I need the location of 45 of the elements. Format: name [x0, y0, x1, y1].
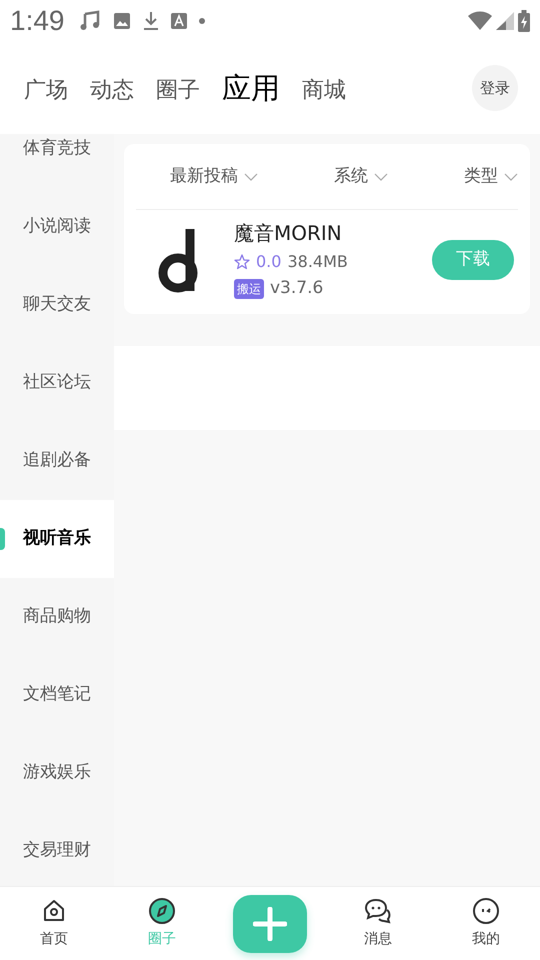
- category-item[interactable]: 文档笔记: [0, 656, 114, 734]
- nav-tab[interactable]: 我的: [432, 897, 540, 950]
- app-version: v3.7.6: [270, 277, 324, 300]
- nav-tab[interactable]: 首页: [0, 897, 108, 950]
- category-item[interactable]: 聊天交友: [0, 266, 114, 344]
- category-item[interactable]: 小说阅读: [0, 188, 114, 266]
- smiley-icon: [472, 897, 500, 925]
- dot-icon: [198, 18, 204, 24]
- app-tag: 搬运: [234, 278, 264, 299]
- login-button[interactable]: 登录: [472, 65, 518, 111]
- category-item[interactable]: 游戏娱乐: [0, 734, 114, 812]
- image-icon: [112, 12, 130, 30]
- app-badge-icon: [170, 13, 186, 29]
- compass-icon: [148, 897, 176, 925]
- category-item[interactable]: 交易理财: [0, 812, 114, 886]
- status-time: 1:49: [10, 4, 64, 38]
- filter-dropdown[interactable]: 类型: [464, 164, 518, 190]
- add-button[interactable]: [233, 894, 307, 952]
- chevron-down-icon: [374, 172, 388, 182]
- chevron-down-icon: [244, 172, 258, 182]
- plus-icon: [253, 906, 287, 940]
- top-tab[interactable]: 商城: [302, 80, 346, 102]
- signal-icon: [496, 11, 514, 31]
- category-item[interactable]: 追剧必备: [0, 422, 114, 500]
- battery-icon: [518, 10, 530, 32]
- app-name: 魔音MORIN: [234, 220, 343, 247]
- top-tab[interactable]: 广场: [24, 80, 68, 102]
- chevron-down-icon: [504, 172, 518, 182]
- star-icon: [234, 254, 250, 270]
- category-item[interactable]: 体育竞技: [0, 134, 114, 188]
- chat-bubbles-icon: [363, 897, 393, 925]
- category-item[interactable]: 商品购物: [0, 578, 114, 656]
- wifi-icon: [468, 11, 492, 31]
- app-rating: 0.0: [256, 251, 282, 273]
- app-size: 38.4MB: [287, 251, 348, 273]
- top-tab[interactable]: 圈子: [156, 80, 200, 102]
- music-note-icon: [78, 10, 100, 32]
- filter-dropdown[interactable]: 最新投稿: [170, 164, 258, 190]
- category-item[interactable]: 社区论坛: [0, 344, 114, 422]
- download-icon: [142, 11, 158, 31]
- nav-tab[interactable]: 消息: [324, 897, 432, 950]
- top-tab[interactable]: 应用: [222, 74, 280, 102]
- category-item[interactable]: 视听音乐: [0, 500, 114, 578]
- top-tab[interactable]: 动态: [90, 80, 134, 102]
- filter-dropdown[interactable]: 系统: [334, 164, 388, 190]
